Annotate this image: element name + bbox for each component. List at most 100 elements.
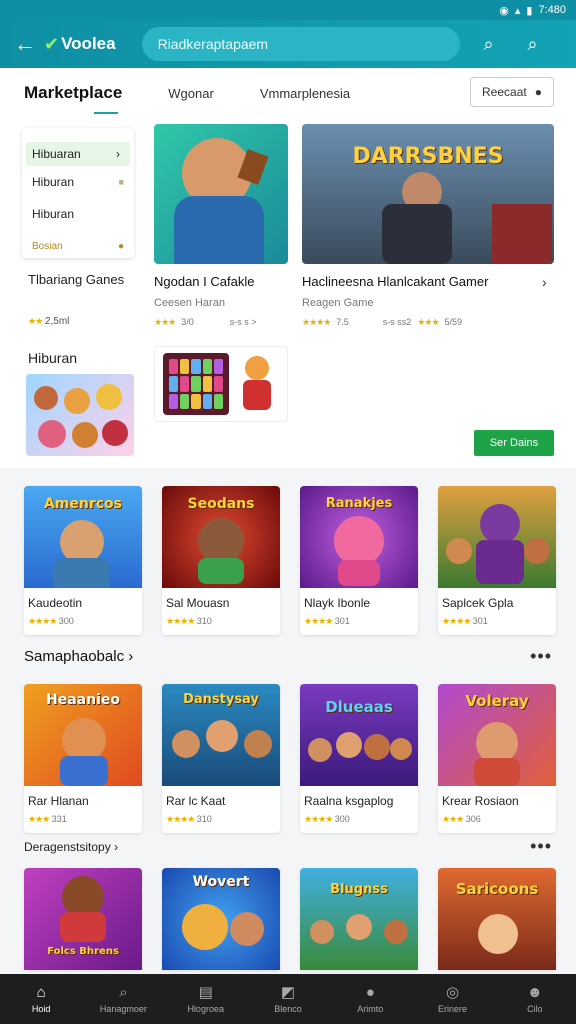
game-card[interactable]: Saricoons <box>438 868 556 970</box>
nav-activity[interactable]: ● Arimto <box>329 974 411 1024</box>
side-menu-item-1[interactable]: Hibuaran › <box>26 142 130 166</box>
game-art-title: Saricoons <box>455 880 539 898</box>
search-input[interactable] <box>157 36 460 52</box>
nav-search[interactable]: ⌕ Hanagmoer <box>82 974 164 1024</box>
section-heading-3[interactable]: Deragenstsitopy › <box>24 840 118 854</box>
activity-icon: ● <box>365 983 375 1001</box>
game-art-title: Ranakjes <box>325 496 393 511</box>
game-rating: ★★★★ 310 <box>162 612 280 635</box>
featured-card-2[interactable]: DARRSBNES Haclineesna Hlanlcakant Gamer … <box>302 124 554 328</box>
game-art-title: Folcs Bhrens <box>47 946 119 957</box>
search-alt-icon[interactable]: ⌕ <box>474 29 504 59</box>
game-card[interactable]: Seodans Sal Mouasn ★★★★ 310 <box>162 486 280 635</box>
game-art: Ranakjes <box>300 486 418 588</box>
section-heading-label: Deragenstsitopy <box>24 840 111 854</box>
search-icon: ⌕ <box>119 983 128 1001</box>
nav-store[interactable]: ◩ Blenco <box>247 974 329 1024</box>
game-card[interactable]: Wovert <box>162 868 280 970</box>
side-menu-label: Hibuaran <box>32 147 81 161</box>
game-card[interactable]: Amenrcos Kaudeotin ★★★★ 300 <box>24 486 142 635</box>
brand-logo-icon: ✔ <box>44 33 60 54</box>
small-game-tile[interactable] <box>154 346 288 422</box>
nav-label: Blenco <box>274 1003 302 1014</box>
featured-image-1 <box>154 124 288 264</box>
game-title: Rar lc Kaat <box>166 794 226 808</box>
game-art: Heaanieo <box>24 684 142 786</box>
reecaat-button[interactable]: Reecaat ● <box>470 77 554 107</box>
side-menu-item-2[interactable]: Hiburan ■ <box>22 166 134 198</box>
coin-icon: ● <box>117 240 124 252</box>
nav-explore[interactable]: ◎ Erinere <box>411 974 493 1024</box>
side-menu-item-4[interactable]: Bosian ● <box>22 230 134 262</box>
stars-icon: ★★★★ <box>28 616 57 626</box>
game-title: Raalna ksgaplog <box>304 794 394 808</box>
rating-value: 3/0 <box>181 317 194 327</box>
game-art: Danstysay <box>162 684 280 786</box>
game-title: Rar Hlanan <box>28 794 89 808</box>
game-row-2: Heaanieo Rar Hlanan ★★★ 331 Danstysay Ra… <box>0 684 576 836</box>
game-card[interactable]: Blugnss <box>300 868 418 970</box>
game-rating: ★★★★ 301 <box>300 612 418 635</box>
game-rating: ★★★ 306 <box>438 810 556 833</box>
status-bar: ◉ ▴ ▮ 7:480 <box>0 0 576 20</box>
game-row-3: Folcs Bhrens Wovert Blugnss Saricoons <box>0 868 576 972</box>
featured-title-2: Haclineesna Hlanlcakant Gamer <box>302 274 489 289</box>
rating-value-2: 5/59 <box>444 317 463 327</box>
ser-dains-button[interactable]: Ser Dains <box>474 430 554 456</box>
nav-label: Hoid <box>31 1003 51 1014</box>
tab-vmmarplenesia[interactable]: Vmmarplenesia <box>260 68 350 118</box>
gem-board-icon <box>163 353 229 415</box>
game-rating: ★★★★ 310 <box>162 810 280 833</box>
hiburan-thumbnail[interactable] <box>26 374 134 456</box>
reecaat-label: Reecaat <box>482 85 527 99</box>
rating-value: 300 <box>58 616 74 626</box>
stars-icon: ★★★ <box>28 814 50 824</box>
chevron-right-icon: › <box>114 840 119 854</box>
game-card[interactable]: Dlueaas Raalna ksgaplog ★★★★ 300 <box>300 684 418 833</box>
side-menu-item-3[interactable]: Hiburan <box>22 198 134 230</box>
game-art <box>438 486 556 588</box>
featured-section: Hibuaran › Hiburan ■ Hiburan Bosian ● Tl… <box>0 118 576 468</box>
search-icon[interactable]: ⌕ <box>518 29 548 59</box>
brand: ✔ Voolea <box>44 34 116 55</box>
game-art: Blugnss <box>300 868 418 970</box>
side-heading: Hiburan <box>28 350 78 366</box>
tab-marketplace[interactable]: Marketplace <box>24 68 122 118</box>
featured-card-1[interactable]: Ngodan I Cafakle Ceesen Haran ★★★ 3/0 s-… <box>154 124 288 328</box>
side-title: Tlbariang Ganes <box>28 272 125 287</box>
wifi-icon: ◉ <box>499 4 509 17</box>
nav-label: Erinere <box>438 1003 468 1014</box>
game-card[interactable]: Saplcek Gpla ★★★★ 301 <box>438 486 556 635</box>
stars-icon: ★★★★ <box>166 616 195 626</box>
chevron-right-icon: › <box>116 147 120 161</box>
game-card[interactable]: Folcs Bhrens <box>24 868 142 970</box>
profile-icon: ☻ <box>526 983 543 1001</box>
chevron-right-icon[interactable]: › <box>542 274 547 290</box>
side-rating: ★★ 2,5ml <box>28 316 69 327</box>
store-icon: ◩ <box>280 983 296 1001</box>
home-icon: ⌂ <box>36 983 46 1001</box>
nav-profile[interactable]: ☻ Cilo <box>494 974 576 1024</box>
stars-icon: ★★★★ <box>304 814 333 824</box>
nav-home[interactable]: ⌂ Hoid <box>0 974 82 1024</box>
game-card[interactable]: Heaanieo Rar Hlanan ★★★ 331 <box>24 684 142 833</box>
user-icon: ● <box>534 85 542 99</box>
battery-icon: ▮ <box>526 4 533 17</box>
rating-value: 331 <box>51 814 67 824</box>
search-bar[interactable] <box>141 27 460 61</box>
back-arrow-icon[interactable]: ← <box>12 31 38 57</box>
game-art: Amenrcos <box>24 486 142 588</box>
game-card[interactable]: Ranakjes Nlayk Ibonle ★★★★ 301 <box>300 486 418 635</box>
more-options-icon[interactable]: ••• <box>530 836 552 857</box>
section-heading-2[interactable]: Samaphaobalc › <box>24 648 133 665</box>
game-card[interactable]: Voleray Krear Rosiaon ★★★ 306 <box>438 684 556 833</box>
featured-title-1: Ngodan I Cafakle <box>154 274 255 289</box>
game-art: Saricoons <box>438 868 556 970</box>
nav-library[interactable]: ▤ Hlogroea <box>165 974 247 1024</box>
section-heading-label: Samaphaobalc <box>24 648 125 665</box>
game-art-title: Dlueaas <box>325 698 393 716</box>
tab-wgonar[interactable]: Wgonar <box>168 68 214 118</box>
signal-icon: ▴ <box>514 4 521 17</box>
game-card[interactable]: Danstysay Rar lc Kaat ★★★★ 310 <box>162 684 280 833</box>
more-options-icon[interactable]: ••• <box>530 646 552 667</box>
